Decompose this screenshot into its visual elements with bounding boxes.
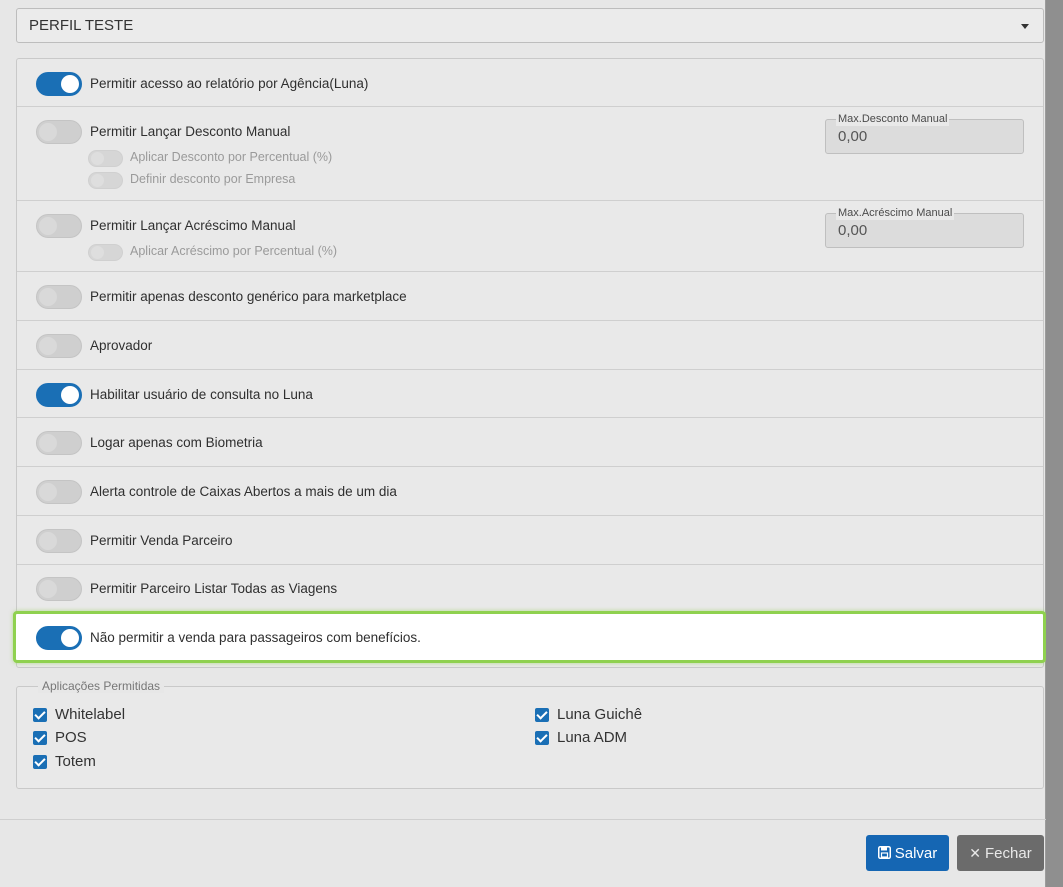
pos-label: POS [55, 729, 87, 746]
permissions-modal: PERFIL TESTE Permitir acesso ao relatóri… [0, 0, 1046, 887]
permission-row-approver: Aprovador [17, 321, 1043, 370]
open-cash-alert-toggle[interactable] [36, 480, 82, 504]
manual-surcharge-toggle[interactable] [36, 214, 82, 238]
open-cash-alert-label: Alerta controle de Caixas Abertos a mais… [90, 484, 397, 499]
profile-select[interactable]: PERFIL TESTE [16, 8, 1044, 43]
generic-discount-toggle[interactable] [36, 285, 82, 309]
biometry-toggle[interactable] [36, 431, 82, 455]
partner-trips-toggle[interactable] [36, 577, 82, 601]
partner-trips-label: Permitir Parceiro Listar Todas as Viagen… [90, 581, 338, 596]
agency-report-toggle[interactable] [36, 72, 82, 96]
close-button-label: Fechar [985, 845, 1032, 862]
manual-discount-label: Permitir Lançar Desconto Manual [90, 124, 291, 139]
max-surcharge-field-label: Max.Acréscimo Manual [836, 206, 955, 220]
page-backdrop-edge [1046, 0, 1063, 887]
permission-row-no-benefit-sale: Não permitir a venda para passageiros co… [13, 611, 1046, 663]
luna-guiche-checkbox[interactable] [535, 708, 549, 722]
discount-company-label: Definir desconto por Empresa [130, 172, 296, 186]
manual-discount-toggle[interactable] [36, 120, 82, 144]
permission-row-manual-surcharge: Permitir Lançar Acréscimo Manual Aplicar… [17, 201, 1043, 272]
permission-row-partner-trips: Permitir Parceiro Listar Todas as Viagen… [17, 565, 1043, 613]
pos-checkbox[interactable] [33, 731, 47, 745]
no-benefit-sale-label: Não permitir a venda para passageiros co… [90, 630, 421, 645]
whitelabel-label: Whitelabel [55, 706, 126, 723]
floppy-disk-icon [877, 835, 891, 871]
manual-surcharge-label: Permitir Lançar Acréscimo Manual [90, 218, 296, 233]
save-button-label: Salvar [894, 845, 938, 862]
discount-percent-toggle[interactable] [88, 150, 123, 167]
x-icon: ✕ [969, 845, 982, 861]
approver-toggle[interactable] [36, 334, 82, 358]
allowed-apps-legend: Aplicações Permitidas [38, 679, 165, 693]
partner-sale-label: Permitir Venda Parceiro [90, 533, 233, 548]
profile-select-value: PERFIL TESTE [29, 17, 134, 34]
footer-divider [0, 819, 1046, 820]
max-discount-field-label: Max.Desconto Manual [836, 112, 950, 126]
whitelabel-checkbox[interactable] [33, 708, 47, 722]
caret-down-icon [1021, 24, 1029, 29]
no-benefit-sale-toggle[interactable] [36, 626, 82, 650]
max-surcharge-field[interactable]: Max.Acréscimo Manual 0,00 [825, 206, 1024, 248]
allowed-apps-fieldset [16, 686, 1044, 789]
permission-row-query-user: Habilitar usuário de consulta no Luna [17, 370, 1043, 418]
partner-sale-toggle[interactable] [36, 529, 82, 553]
permissions-panel: Permitir acesso ao relatório por Agência… [16, 58, 1044, 668]
query-user-toggle[interactable] [36, 383, 82, 407]
luna-guiche-label: Luna Guichê [557, 706, 643, 723]
approver-label: Aprovador [90, 338, 153, 353]
query-user-label: Habilitar usuário de consulta no Luna [90, 387, 313, 402]
totem-label: Totem [55, 753, 96, 770]
close-button[interactable]: ✕ Fechar [957, 835, 1044, 871]
permission-row-generic-discount: Permitir apenas desconto genérico para m… [17, 272, 1043, 321]
biometry-label: Logar apenas com Biometria [90, 435, 263, 450]
discount-company-toggle[interactable] [88, 172, 123, 189]
luna-adm-label: Luna ADM [557, 729, 628, 746]
agency-report-label: Permitir acesso ao relatório por Agência… [90, 76, 369, 91]
surcharge-percent-toggle[interactable] [88, 244, 123, 261]
max-discount-field[interactable]: Max.Desconto Manual 0,00 [825, 112, 1024, 154]
surcharge-percent-label: Aplicar Acréscimo por Percentual (%) [130, 244, 338, 258]
totem-checkbox[interactable] [33, 755, 47, 769]
max-surcharge-field-value: 0,00 [838, 222, 868, 239]
permission-row-manual-discount: Permitir Lançar Desconto Manual Aplicar … [17, 107, 1043, 201]
luna-adm-checkbox[interactable] [535, 731, 549, 745]
max-discount-field-value: 0,00 [838, 128, 868, 145]
discount-percent-label: Aplicar Desconto por Percentual (%) [130, 150, 333, 164]
permission-row-biometry: Logar apenas com Biometria [17, 418, 1043, 467]
generic-discount-label: Permitir apenas desconto genérico para m… [90, 289, 407, 304]
permission-row-partner-sale: Permitir Venda Parceiro [17, 516, 1043, 565]
permission-row-agency-report: Permitir acesso ao relatório por Agência… [17, 59, 1043, 107]
permission-row-open-cash-alert: Alerta controle de Caixas Abertos a mais… [17, 467, 1043, 516]
save-button[interactable]: Salvar [866, 835, 949, 871]
